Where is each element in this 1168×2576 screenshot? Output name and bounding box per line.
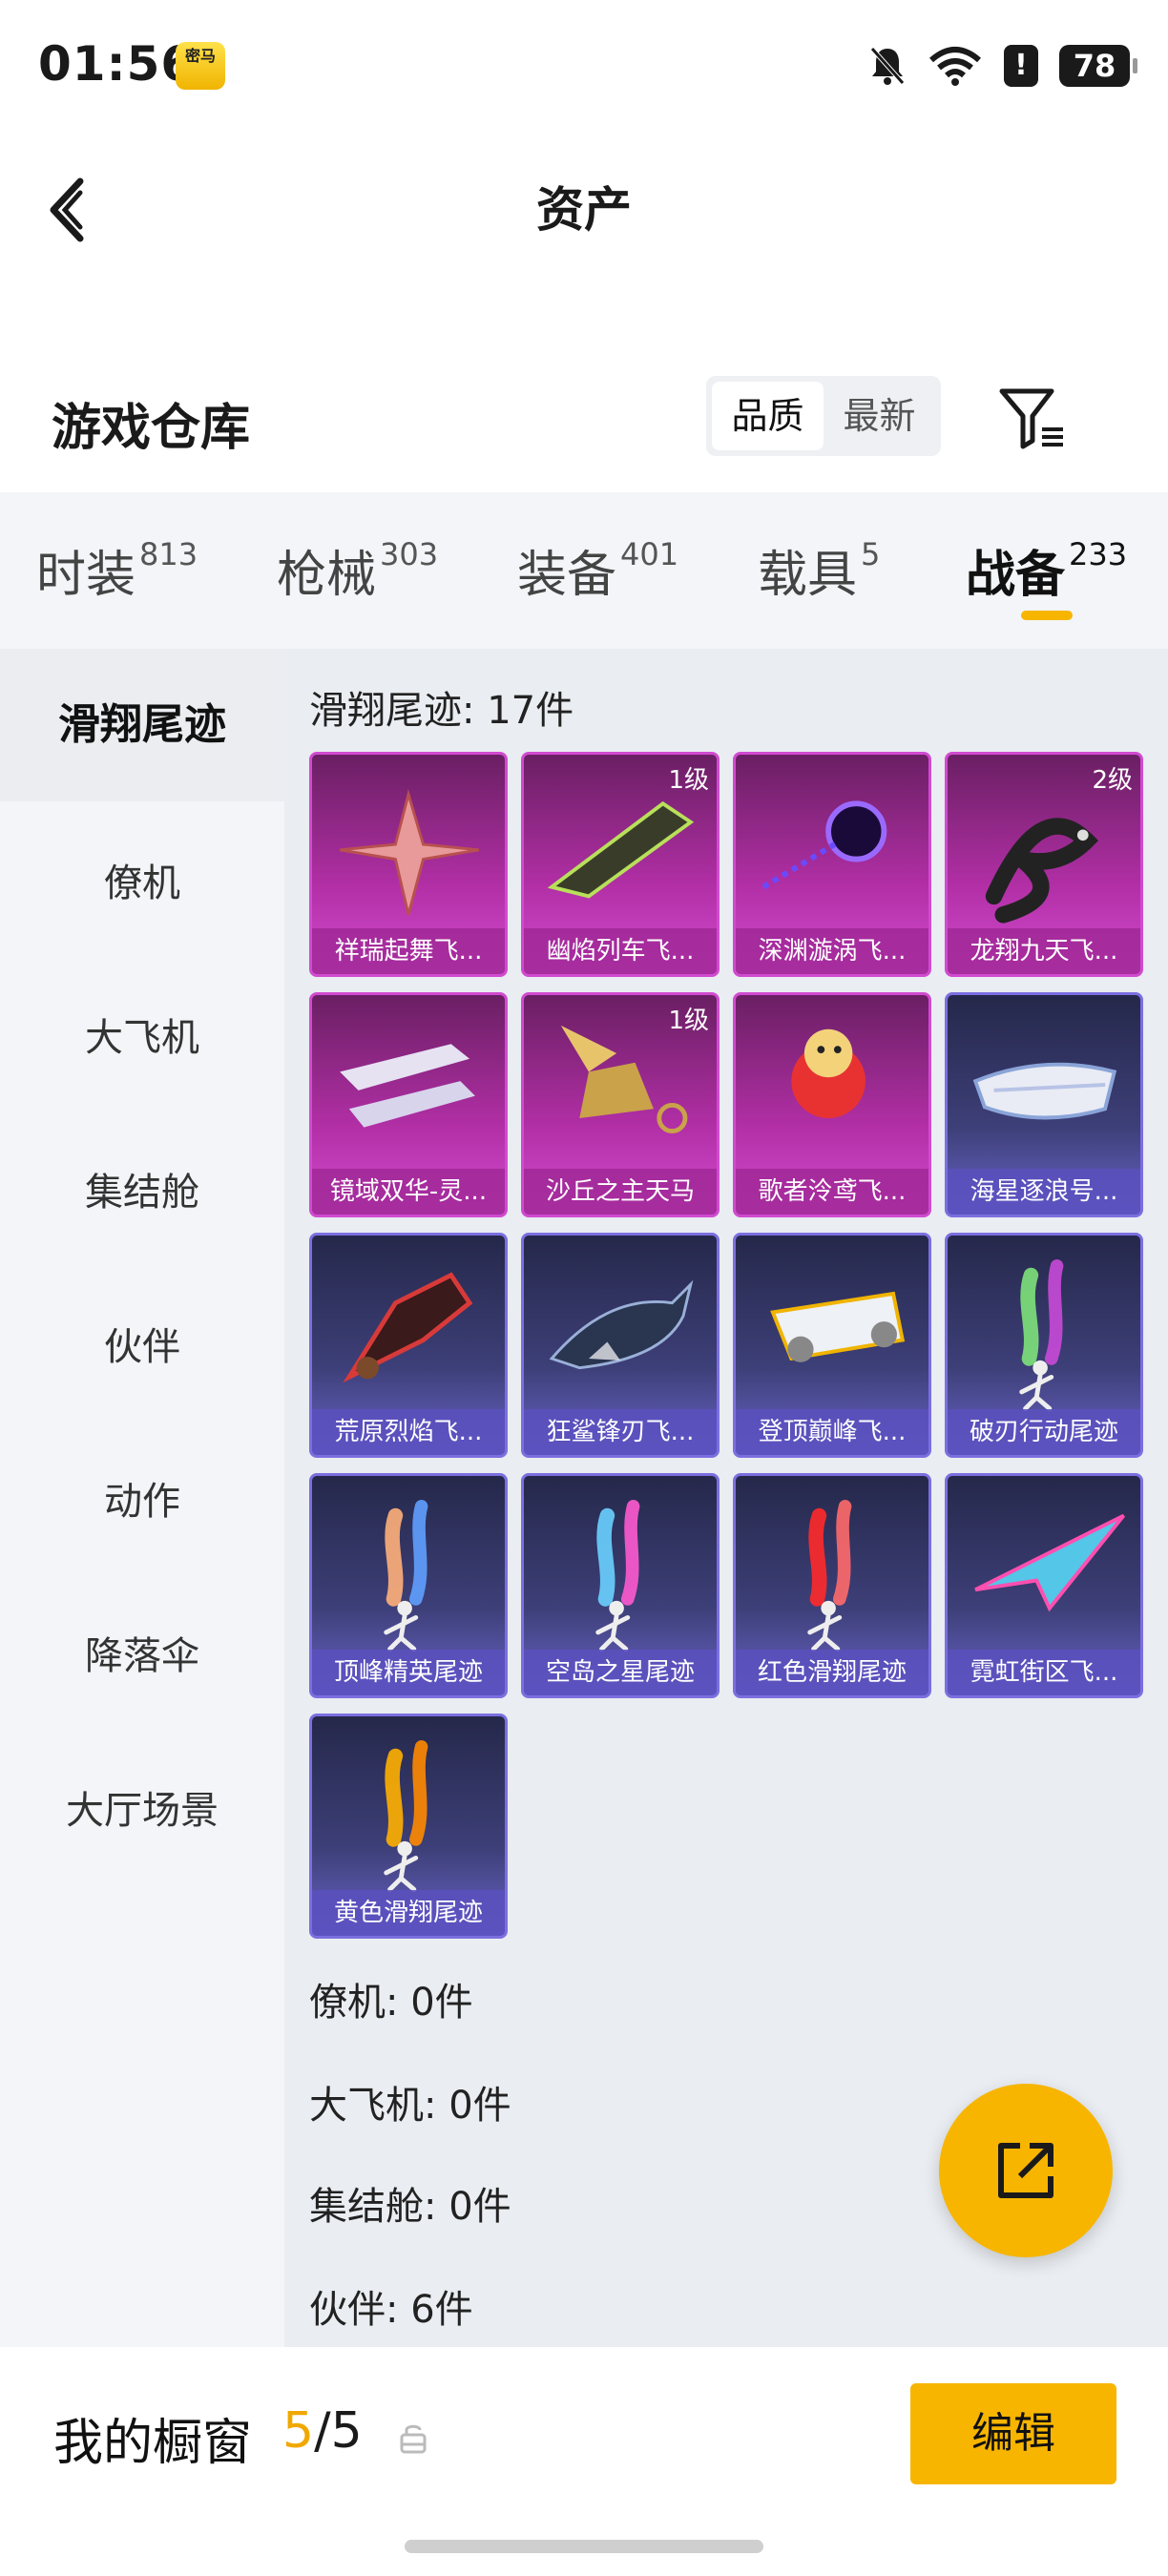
active-tab-indicator (1021, 611, 1073, 620)
showcase-count: 5/5 (282, 2402, 363, 2460)
showcase-bar: 我的橱窗 5/5 编辑 (0, 2347, 1168, 2576)
tab-guns[interactable]: 枪械 303 (277, 534, 438, 606)
petal-glider-icon (339, 789, 480, 916)
flame-glider-icon (343, 1272, 473, 1383)
bird-glider-icon (791, 1028, 866, 1118)
item-name: 镜域双华-灵... (312, 1169, 505, 1215)
share-button[interactable] (939, 2084, 1113, 2257)
sidebar-item-big-plane[interactable]: 大飞机 (0, 962, 284, 1114)
sidebar-item-assembly-pod[interactable]: 集结舱 (0, 1116, 284, 1269)
item-name: 登顶巅峰飞... (736, 1409, 928, 1455)
filter-icon[interactable] (996, 382, 1069, 454)
page-title: 资产 (536, 182, 632, 238)
section-title-partner[interactable]: 伙伴: 6件 (309, 2278, 473, 2334)
jet-glider-icon (770, 1291, 906, 1362)
home-indicator (405, 2540, 763, 2553)
item-name: 黄色滑翔尾迹 (312, 1890, 505, 1936)
shark-glider-icon (549, 1279, 694, 1370)
item-card[interactable]: 2级龙翔九天飞... (945, 752, 1143, 977)
battery-indicator: 78 (1059, 45, 1137, 87)
item-card[interactable]: 歌者泠鸢飞... (733, 992, 931, 1217)
external-link-icon (998, 2143, 1053, 2198)
item-name: 海星逐浪号... (948, 1169, 1140, 1215)
item-name: 幽焰列车飞... (524, 928, 717, 974)
category-tabs: 时装 813 枪械 303 装备 401 载具 5 战备 233 (0, 492, 1168, 649)
item-card[interactable]: 深渊漩涡飞... (733, 752, 931, 977)
item-name: 霓虹街区飞... (948, 1650, 1140, 1695)
app-notification-icon: 密马 (176, 42, 225, 90)
item-card[interactable]: 红色滑翔尾迹 (733, 1473, 931, 1698)
item-card[interactable]: 空岛之星尾迹 (521, 1473, 720, 1698)
item-name: 狂鲨锋刃飞... (524, 1409, 717, 1455)
item-name: 祥瑞起舞飞... (312, 928, 505, 974)
section-title-assembly-pod[interactable]: 集结舱: 0件 (309, 2175, 511, 2231)
item-name: 红色滑翔尾迹 (736, 1650, 928, 1695)
sidebar-item-wingman[interactable]: 僚机 (0, 807, 284, 960)
alert-icon: ! (1004, 45, 1038, 87)
item-name: 顶峰精英尾迹 (312, 1650, 505, 1695)
sidebar-item-glide-trail[interactable]: 滑翔尾迹 (0, 649, 284, 801)
nav-header: 资产 (0, 134, 1168, 277)
vortex-glider-icon (761, 800, 887, 890)
section-title-glide-trail: 滑翔尾迹: 17件 (309, 689, 574, 733)
sort-by-quality-button[interactable]: 品质 (712, 382, 824, 450)
tab-equipment[interactable]: 装备 401 (517, 534, 678, 606)
item-level-badge: 1级 (668, 766, 709, 795)
tab-fashion[interactable]: 时装 813 (36, 534, 198, 606)
status-bar: 01:56 密马 ! 78 (0, 0, 1168, 134)
item-card[interactable]: 霓虹街区飞... (945, 1473, 1143, 1698)
lock-icon (400, 2424, 427, 2454)
paper-plane-glider-icon (974, 1513, 1126, 1612)
boat-glider-icon (972, 1062, 1117, 1120)
item-card[interactable]: 黄色滑翔尾迹 (309, 1714, 508, 1939)
section-title-big-plane[interactable]: 大飞机: 0件 (309, 2074, 511, 2129)
trail-icon (384, 1740, 428, 1892)
sort-by-newest-button[interactable]: 最新 (824, 382, 935, 450)
crystal-glider-icon (340, 1044, 475, 1128)
trail-icon (1019, 1259, 1064, 1411)
bell-muted-icon (870, 47, 905, 85)
trail-icon (384, 1500, 428, 1652)
item-name: 荒原烈焰飞... (312, 1409, 505, 1455)
sidebar-item-emote[interactable]: 动作 (0, 1425, 284, 1578)
item-card[interactable]: 1级沙丘之主天马 (521, 992, 720, 1217)
item-card[interactable]: 祥瑞起舞飞... (309, 752, 508, 977)
wifi-icon (929, 47, 981, 86)
status-icons: ! 78 (868, 42, 1137, 90)
edit-button[interactable]: 编辑 (910, 2383, 1116, 2484)
item-card[interactable]: 1级幽焰列车飞... (521, 752, 720, 977)
warehouse-header: 游戏仓库 品质 最新 (0, 353, 1168, 487)
sidebar-item-partner[interactable]: 伙伴 (0, 1271, 284, 1423)
item-card[interactable]: 顶峰精英尾迹 (309, 1473, 508, 1698)
item-card[interactable]: 破刃行动尾迹 (945, 1233, 1143, 1458)
item-name: 沙丘之主天马 (524, 1169, 717, 1215)
tab-vehicles[interactable]: 载具 5 (758, 534, 880, 606)
item-name: 歌者泠鸢飞... (736, 1169, 928, 1215)
item-card[interactable]: 登顶巅峰飞... (733, 1233, 931, 1458)
item-card[interactable]: 镜域双华-灵... (309, 992, 508, 1217)
warehouse-title: 游戏仓库 (52, 400, 251, 457)
item-card[interactable]: 狂鲨锋刃飞... (521, 1233, 720, 1458)
trail-icon (595, 1500, 640, 1652)
item-level-badge: 2级 (1092, 766, 1133, 795)
item-name: 空岛之星尾迹 (524, 1650, 717, 1695)
trail-icon (807, 1500, 852, 1652)
item-name: 深渊漩涡飞... (736, 928, 928, 974)
item-name: 破刃行动尾迹 (948, 1409, 1140, 1455)
sidebar-item-lobby-scene[interactable]: 大厅场景 (0, 1735, 284, 1887)
sort-toggle: 品质 最新 (706, 376, 941, 456)
showcase-label: 我的橱窗 (53, 2415, 253, 2472)
sidebar-item-parachute[interactable]: 降落伞 (0, 1580, 284, 1733)
section-title-wingman[interactable]: 僚机: 0件 (309, 1971, 473, 2026)
item-card[interactable]: 荒原烈焰飞... (309, 1233, 508, 1458)
item-card[interactable]: 海星逐浪号... (945, 992, 1143, 1217)
tab-battle-prep[interactable]: 战备 233 (966, 534, 1127, 606)
clock: 01:56 (38, 36, 196, 92)
sidebar: 滑翔尾迹 僚机 大飞机 集结舱 伙伴 动作 降落伞 大厅场景 (0, 649, 284, 2347)
item-name: 龙翔九天飞... (948, 928, 1140, 974)
item-level-badge: 1级 (668, 1007, 709, 1035)
